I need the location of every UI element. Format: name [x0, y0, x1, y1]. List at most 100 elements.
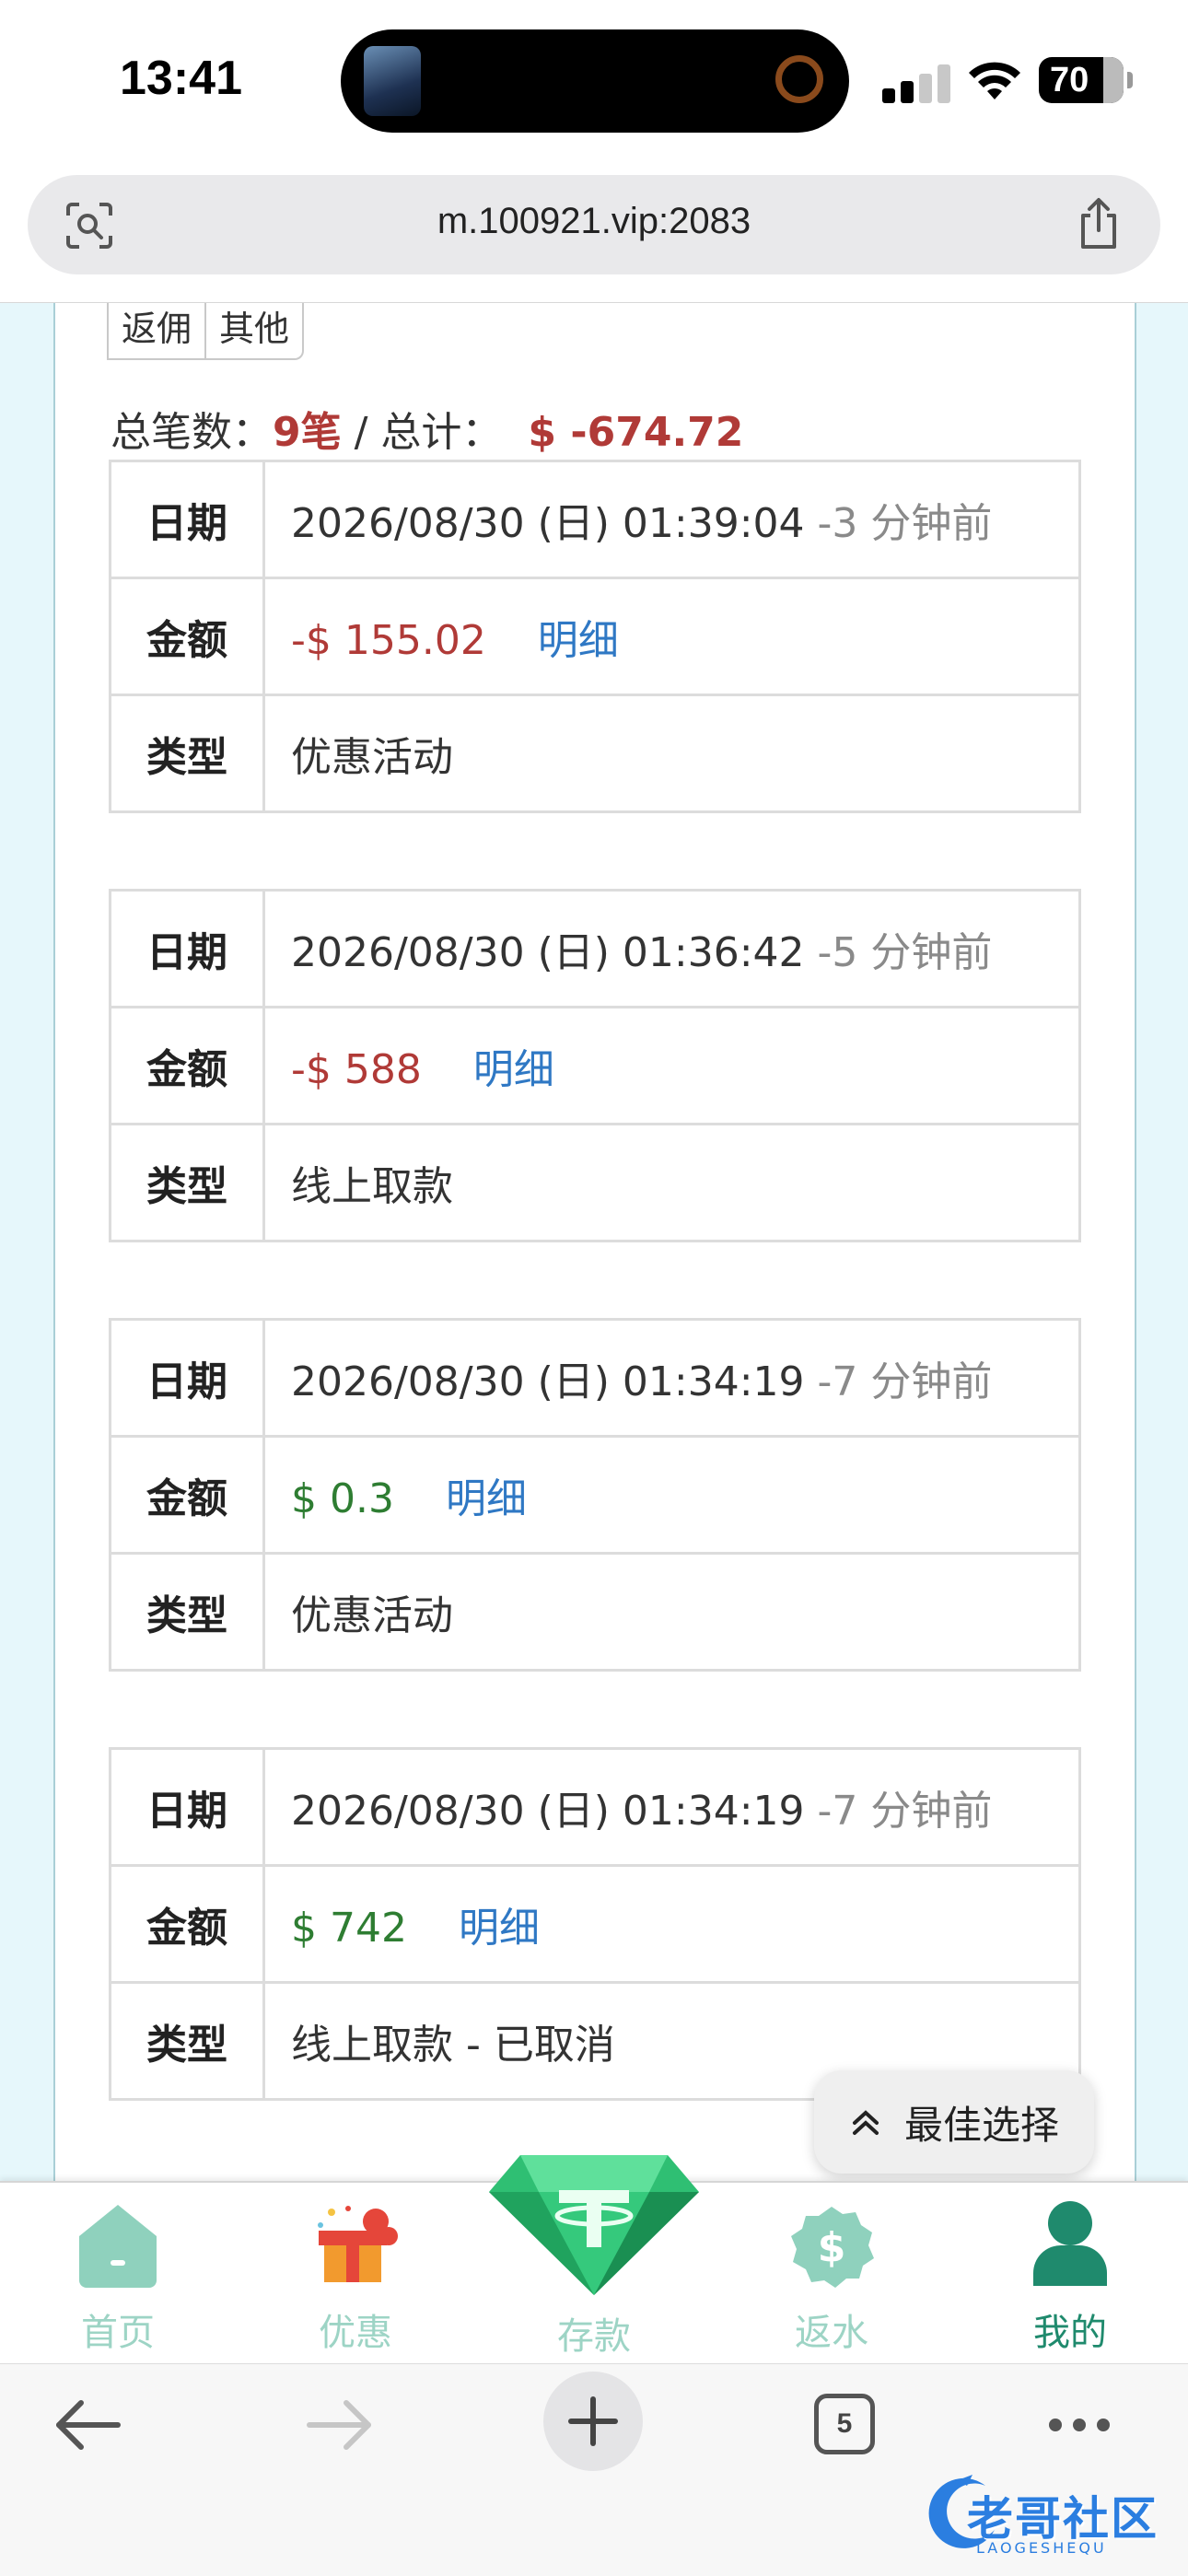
amount-label: 金额 — [109, 1006, 265, 1125]
type-value: 优惠活动 — [262, 1552, 1081, 1672]
date-label: 日期 — [109, 1318, 265, 1438]
tab-mine-label: 我的 — [1033, 2312, 1107, 2354]
total-label: 总计： — [380, 409, 503, 456]
type-label: 类型 — [109, 1123, 265, 1242]
record-amount-row: 金额 $ 742 明细 — [109, 1864, 1081, 1984]
count-label: 总笔数： — [111, 409, 273, 456]
detail-link[interactable]: 明细 — [538, 617, 619, 664]
record-amount-row: 金额 -$ 155.02 明细 — [109, 577, 1081, 696]
detail-link[interactable]: 明细 — [473, 1046, 554, 1093]
tab-deposit-label: 存款 — [557, 2315, 631, 2358]
date-value: 2026/08/30 (日) 01:36:42 — [291, 929, 818, 976]
best-choice-button[interactable]: 最佳选择 — [814, 2070, 1094, 2174]
record-amount-row: 金额 $ 0.3 明细 — [109, 1435, 1081, 1555]
date-label: 日期 — [109, 889, 265, 1008]
now-playing-thumbnail — [364, 46, 421, 116]
amount-label: 金额 — [109, 1864, 265, 1984]
tab-deposit[interactable]: 存款 — [489, 2155, 699, 2365]
record-card: 日期 2026/08/30 (日) 01:34:19 -7 分钟前 金额 $ 0… — [109, 1318, 1081, 1672]
app-tabbar: 首页 优惠 存款 $ 返水 我的 — [0, 2155, 1188, 2365]
wifi-icon — [969, 62, 1020, 99]
dynamic-island — [341, 29, 849, 133]
back-arrow-icon[interactable] — [53, 2397, 122, 2453]
type-value: 线上取款 — [262, 1123, 1081, 1242]
record-card: 日期 2026/08/30 (日) 01:39:04 -3 分钟前 金额 -$ … — [109, 460, 1081, 813]
best-choice-label: 最佳选择 — [903, 2102, 1059, 2148]
user-icon — [1033, 2201, 1107, 2286]
share-icon[interactable] — [1076, 197, 1122, 251]
count-value: 9笔 — [273, 409, 342, 456]
url-text[interactable]: m.100921.vip:2083 — [28, 201, 1160, 242]
diamond-tether-icon — [489, 2155, 699, 2295]
activity-ring-icon — [775, 55, 823, 103]
record-card: 日期 2026/08/30 (日) 01:36:42 -5 分钟前 金额 -$ … — [109, 889, 1081, 1242]
record-date-row: 日期 2026/08/30 (日) 01:36:42 -5 分钟前 — [109, 889, 1081, 1008]
filter-tab-other[interactable]: 其他 — [206, 303, 305, 360]
tabs-icon[interactable]: 5 — [814, 2394, 875, 2454]
date-cell: 2026/08/30 (日) 01:34:19 -7 分钟前 — [262, 1318, 1081, 1438]
tab-promotions[interactable]: 优惠 — [263, 2183, 448, 2365]
record-date-row: 日期 2026/08/30 (日) 01:34:19 -7 分钟前 — [109, 1318, 1081, 1438]
detail-link[interactable]: 明细 — [446, 1475, 527, 1522]
time-ago: -5 分钟前 — [817, 929, 993, 976]
amount-cell: $ 0.3 明细 — [262, 1435, 1081, 1555]
amount-value: -$ 155.02 — [291, 617, 486, 664]
battery-icon: 70 — [1039, 57, 1133, 103]
more-icon[interactable] — [1046, 2416, 1112, 2434]
date-label: 日期 — [109, 1747, 265, 1867]
date-cell: 2026/08/30 (日) 01:39:04 -3 分钟前 — [262, 460, 1081, 579]
tab-home[interactable]: 首页 — [26, 2183, 210, 2365]
filter-tab-rebate[interactable]: 返佣 — [107, 303, 207, 360]
type-value: 优惠活动 — [262, 694, 1081, 813]
amount-label: 金额 — [109, 577, 265, 696]
summary-separator: / — [341, 409, 381, 456]
record-type-row: 类型 线上取款 — [109, 1123, 1081, 1242]
filter-tabs: 返佣 其他 — [107, 303, 305, 360]
date-value: 2026/08/30 (日) 01:34:19 — [291, 1358, 818, 1405]
date-label: 日期 — [109, 460, 265, 579]
summary-line: 总笔数：9笔 / 总计： $ -674.72 — [111, 399, 743, 458]
type-label: 类型 — [109, 694, 265, 813]
amount-value: $ 0.3 — [291, 1475, 394, 1522]
forward-arrow-icon[interactable] — [306, 2397, 374, 2453]
record-type-row: 类型 优惠活动 — [109, 694, 1081, 813]
amount-cell: $ 742 明细 — [262, 1864, 1081, 1984]
new-tab-button[interactable] — [543, 2372, 643, 2471]
amount-label: 金额 — [109, 1435, 265, 1555]
tab-rebate-label: 返水 — [795, 2312, 868, 2354]
date-value: 2026/08/30 (日) 01:39:04 — [291, 500, 818, 547]
type-label: 类型 — [109, 1552, 265, 1672]
browser-toolbar: 5 老哥社区 LAOGESHEQU — [0, 2363, 1188, 2576]
address-bar[interactable]: m.100921.vip:2083 — [28, 175, 1160, 274]
detail-link[interactable]: 明细 — [459, 1905, 540, 1952]
time-ago: -7 分钟前 — [817, 1788, 993, 1835]
record-date-row: 日期 2026/08/30 (日) 01:34:19 -7 分钟前 — [109, 1747, 1081, 1867]
signal-icon — [882, 63, 952, 103]
chevron-up-icon — [852, 2110, 879, 2135]
record-type-row: 类型 优惠活动 — [109, 1552, 1081, 1672]
total-value: $ -674.72 — [528, 409, 744, 456]
page-content[interactable]: 返佣 其他 总笔数：9笔 / 总计： $ -674.72 日期 2026/08/… — [0, 302, 1188, 2182]
record-date-row: 日期 2026/08/30 (日) 01:39:04 -3 分钟前 — [109, 460, 1081, 579]
tab-promotions-label: 优惠 — [319, 2312, 392, 2354]
time-ago: -7 分钟前 — [817, 1358, 993, 1405]
tab-mine[interactable]: 我的 — [978, 2183, 1162, 2365]
battery-level: 70 — [1050, 61, 1089, 99]
status-bar: 13:41 70 — [0, 0, 1188, 157]
home-icon — [79, 2205, 157, 2288]
record-card: 日期 2026/08/30 (日) 01:34:19 -7 分钟前 金额 $ 7… — [109, 1747, 1081, 2101]
time-ago: -3 分钟前 — [817, 500, 993, 547]
records-panel: 返佣 其他 总笔数：9笔 / 总计： $ -674.72 日期 2026/08/… — [53, 303, 1136, 2182]
amount-value: -$ 588 — [291, 1046, 422, 1093]
status-time: 13:41 — [120, 52, 242, 105]
date-value: 2026/08/30 (日) 01:34:19 — [291, 1788, 818, 1835]
amount-value: $ 742 — [291, 1905, 407, 1952]
svg-text:$: $ — [818, 2224, 846, 2271]
tab-home-label: 首页 — [81, 2312, 155, 2354]
type-label: 类型 — [109, 1981, 265, 2101]
gift-icon — [318, 2206, 398, 2282]
date-cell: 2026/08/30 (日) 01:34:19 -7 分钟前 — [262, 1747, 1081, 1867]
dollar-badge-icon: $ — [791, 2207, 874, 2288]
tab-rebate[interactable]: $ 返水 — [740, 2183, 924, 2365]
record-amount-row: 金额 -$ 588 明细 — [109, 1006, 1081, 1125]
